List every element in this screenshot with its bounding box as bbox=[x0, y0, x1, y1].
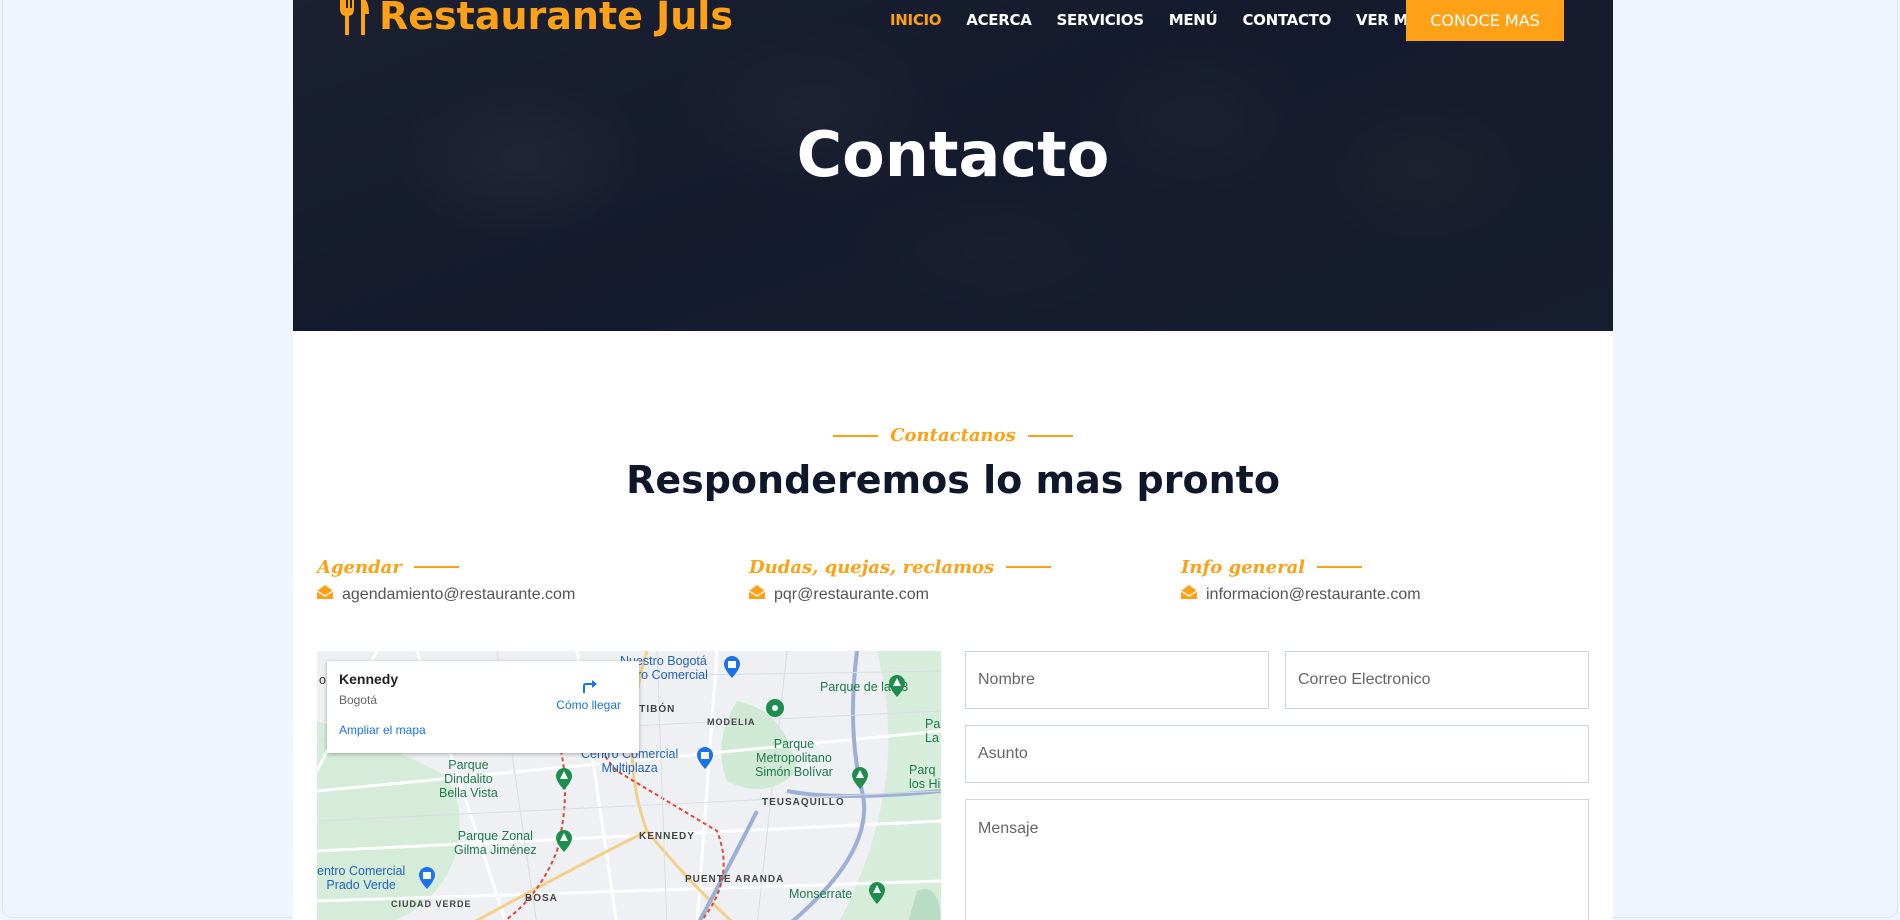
contact-email-row: pqr@restaurante.com bbox=[748, 585, 1169, 604]
contact-label-text: Agendar bbox=[317, 556, 402, 578]
tree-icon[interactable] bbox=[867, 881, 887, 905]
map-info-card: Kennedy Bogotá Ampliar el mapa Cómo lleg… bbox=[327, 661, 639, 753]
brand-name: Restaurante Juls bbox=[379, 0, 733, 38]
tree-icon[interactable] bbox=[850, 766, 870, 790]
divider-line-left bbox=[833, 434, 879, 437]
map-label: KENNEDY bbox=[639, 831, 695, 842]
contact-email-row: agendamiento@restaurante.com bbox=[316, 585, 737, 604]
embedded-map[interactable]: Nuestro Bogotá ro Comercial NTIBÓN MODEL… bbox=[317, 651, 941, 920]
divider-line bbox=[1317, 566, 1363, 568]
tree-icon[interactable] bbox=[554, 767, 574, 791]
map-label: o bbox=[319, 673, 326, 687]
shopping-bag-icon[interactable] bbox=[695, 746, 715, 770]
map-label: Pa La bbox=[925, 717, 941, 745]
envelope-open-icon bbox=[316, 585, 334, 604]
map-label: BOSA bbox=[525, 893, 558, 904]
directions-label: Cómo llegar bbox=[556, 698, 621, 712]
contact-agendar: Agendar agendamiento@restaurante.com bbox=[316, 553, 737, 604]
contact-email[interactable]: informacion@restaurante.com bbox=[1206, 586, 1421, 604]
tree-icon[interactable] bbox=[887, 674, 907, 698]
divider-line-right bbox=[1027, 434, 1073, 437]
shopping-bag-icon[interactable] bbox=[722, 655, 742, 679]
page-container: Restaurante Juls INICIO ACERCA SERVICIOS… bbox=[293, 0, 1613, 920]
section-heading: Responderemos lo mas pronto bbox=[626, 458, 1280, 502]
flower-icon[interactable] bbox=[765, 698, 785, 722]
map-label: Parq los Hi bbox=[909, 763, 941, 791]
email-input[interactable]: Correo Electronico bbox=[1285, 651, 1589, 709]
section-eyebrow: Contactanos bbox=[293, 425, 1613, 446]
nav-item-contacto[interactable]: CONTACTO bbox=[1242, 11, 1331, 29]
map-label: MODELIA bbox=[707, 717, 756, 727]
contact-email[interactable]: pqr@restaurante.com bbox=[774, 586, 929, 604]
directions-link[interactable]: Cómo llegar bbox=[556, 675, 621, 712]
contact-label: Info general bbox=[1181, 553, 1601, 581]
contact-label-text: Dudas, quejas, reclamos bbox=[749, 556, 995, 578]
divider-line bbox=[1006, 566, 1052, 568]
nav-item-menu[interactable]: MENÚ bbox=[1169, 11, 1218, 29]
brand-logo-link[interactable]: Restaurante Juls bbox=[337, 0, 733, 38]
main-nav: INICIO ACERCA SERVICIOS MENÚ CONTACTO VE… bbox=[890, 0, 1464, 40]
map-label: Monserrate bbox=[789, 887, 853, 901]
envelope-open-icon bbox=[748, 585, 766, 604]
eyebrow-text: Contactanos bbox=[890, 425, 1016, 446]
tree-icon[interactable] bbox=[554, 829, 574, 853]
subject-input[interactable]: Asunto bbox=[965, 725, 1589, 783]
directions-icon bbox=[582, 680, 597, 693]
map-label: Parque Dindalito Bella Vista bbox=[439, 758, 498, 800]
name-input[interactable]: Nombre bbox=[965, 651, 1269, 709]
contact-email[interactable]: agendamiento@restaurante.com bbox=[342, 586, 575, 604]
map-label: ro Comercial bbox=[637, 668, 708, 682]
map-label: TEUSAQUILLO bbox=[762, 797, 845, 808]
contact-email-row: informacion@restaurante.com bbox=[1180, 585, 1601, 604]
contact-label: Dudas, quejas, reclamos bbox=[749, 553, 1169, 581]
map-label: PUENTE ARANDA bbox=[685, 874, 785, 885]
shopping-bag-icon[interactable] bbox=[417, 866, 437, 890]
nav-item-acerca[interactable]: ACERCA bbox=[966, 11, 1032, 29]
nav-item-servicios[interactable]: SERVICIOS bbox=[1057, 11, 1145, 29]
divider-line bbox=[413, 566, 459, 568]
contact-info-general: Info general informacion@restaurante.com bbox=[1180, 553, 1601, 604]
hero-title: Contacto bbox=[796, 118, 1110, 191]
message-textarea[interactable]: Mensaje bbox=[965, 799, 1589, 920]
map-label: Parque Metropolitano Simón Bolívar bbox=[755, 737, 833, 779]
envelope-open-icon bbox=[1180, 585, 1198, 604]
contact-pqr: Dudas, quejas, reclamos pqr@restaurante.… bbox=[748, 553, 1169, 604]
nav-item-inicio[interactable]: INICIO bbox=[890, 11, 942, 29]
contact-label-text: Info general bbox=[1181, 556, 1306, 578]
enlarge-map-link[interactable]: Ampliar el mapa bbox=[339, 723, 627, 737]
map-label: CIUDAD VERDE bbox=[391, 899, 472, 909]
contact-label: Agendar bbox=[317, 553, 737, 581]
utensils-icon bbox=[337, 0, 371, 37]
map-label: Parque Zonal Gilma Jiménez bbox=[454, 829, 537, 857]
map-label: entro Comercial Prado Verde bbox=[317, 864, 406, 892]
conoce-mas-button[interactable]: CONOCE MAS bbox=[1406, 0, 1564, 41]
